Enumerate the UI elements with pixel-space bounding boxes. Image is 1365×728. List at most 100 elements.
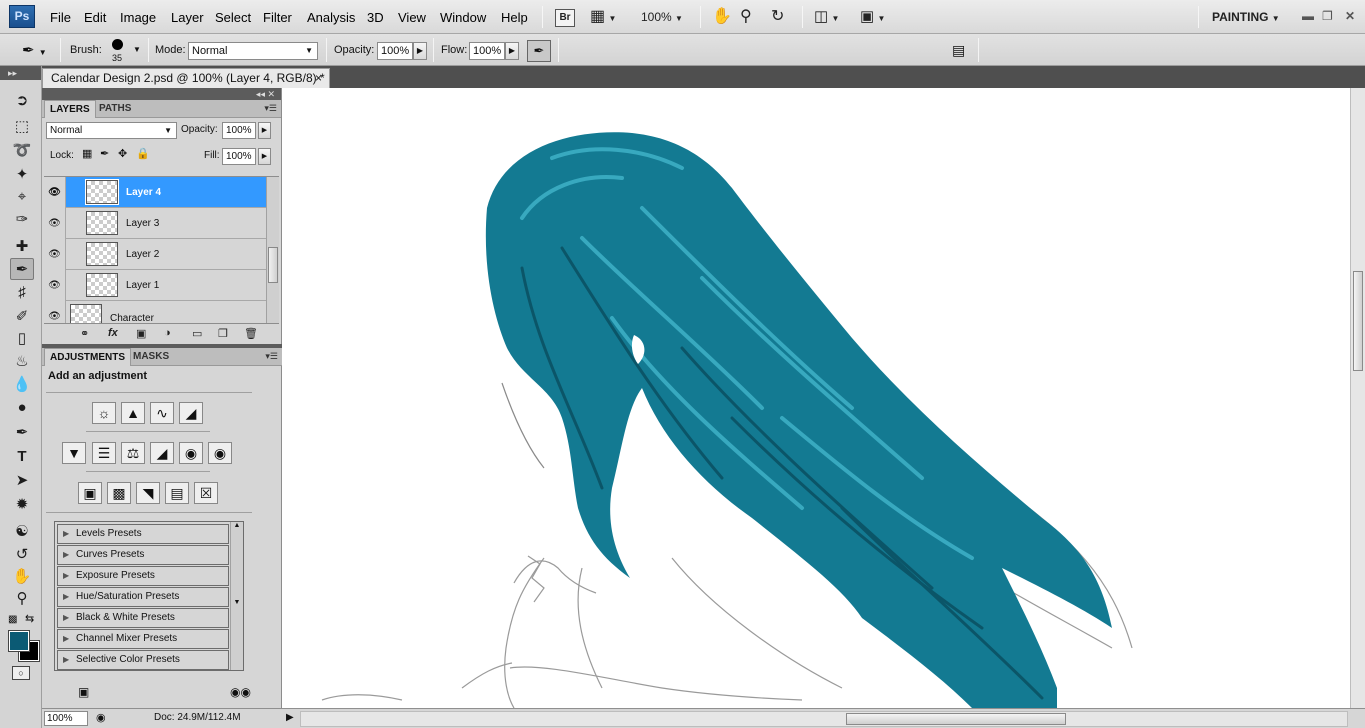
- channel-mixer-icon[interactable]: ◉: [208, 442, 232, 464]
- menu-file[interactable]: File: [50, 10, 71, 25]
- threshold-icon[interactable]: ◥: [136, 482, 160, 504]
- brush-panel-toggle-icon[interactable]: ▤: [952, 42, 965, 59]
- eraser-tool-icon[interactable]: ▯: [10, 328, 34, 350]
- preset-exposure[interactable]: Exposure Presets: [57, 566, 229, 586]
- tools-panel-grip[interactable]: ▸▸: [0, 66, 41, 80]
- tab-masks[interactable]: MASKS: [128, 348, 174, 366]
- bridge-button[interactable]: Br: [555, 6, 575, 28]
- lasso-tool-icon[interactable]: ➰: [10, 140, 34, 162]
- zoom-level-dropdown[interactable]: 100% ▼: [641, 6, 683, 28]
- paint-bucket-tool-icon[interactable]: ♨: [10, 351, 34, 373]
- menu-3d[interactable]: 3D: [367, 10, 384, 25]
- view-previous-state-icon[interactable]: ◉◉: [230, 685, 251, 699]
- hand-tool-icon[interactable]: ✋: [712, 6, 732, 28]
- default-colors-icon[interactable]: ▩: [8, 614, 17, 625]
- preset-selective-color[interactable]: Selective Color Presets: [57, 650, 229, 670]
- delete-layer-icon[interactable]: 🗑: [244, 327, 258, 340]
- close-document-icon[interactable]: ×: [315, 69, 322, 88]
- airbrush-toggle-icon[interactable]: ✒: [527, 40, 551, 62]
- layer-blend-mode-dropdown[interactable]: Normal ▼: [46, 122, 177, 139]
- curves-icon[interactable]: ∿: [150, 402, 174, 424]
- layers-scrollbar[interactable]: [266, 177, 279, 323]
- quick-selection-tool-icon[interactable]: ✦: [10, 164, 34, 186]
- brush-tool-icon[interactable]: ✒: [10, 258, 34, 280]
- invert-icon[interactable]: ▣: [78, 482, 102, 504]
- canvas-vertical-scrollbar[interactable]: [1350, 88, 1365, 708]
- menu-layer[interactable]: Layer: [171, 10, 204, 25]
- quick-mask-icon[interactable]: ○: [12, 666, 30, 680]
- tool-preset-picker-icon[interactable]: ✒ ▼: [22, 41, 47, 59]
- brush-preview-icon[interactable]: [112, 39, 123, 50]
- swap-colors-icon[interactable]: ⇆: [25, 612, 34, 625]
- status-menu-arrow-icon[interactable]: ▶: [286, 712, 294, 723]
- custom-shape-tool-icon[interactable]: ✹: [10, 494, 34, 516]
- screen-mode-dropdown[interactable]: ▣ ▼: [860, 6, 885, 28]
- menu-image[interactable]: Image: [120, 10, 156, 25]
- tab-paths[interactable]: PATHS: [94, 100, 136, 118]
- menu-edit[interactable]: Edit: [84, 10, 106, 25]
- document-canvas[interactable]: [282, 88, 1350, 708]
- visibility-eye-icon[interactable]: 👁: [44, 177, 66, 208]
- layer-row-layer-4[interactable]: 👁 Layer 4: [44, 177, 266, 208]
- presets-scrollbar[interactable]: ▲ ▼: [230, 522, 243, 670]
- link-layers-icon[interactable]: ⚭: [80, 327, 89, 340]
- arrange-documents-button[interactable]: ◫ ▼: [814, 6, 839, 28]
- brush-picker-arrow-icon[interactable]: ▼: [133, 45, 141, 54]
- photo-filter-icon[interactable]: ◉: [179, 442, 203, 464]
- opacity-slider-button[interactable]: ▶: [413, 42, 427, 60]
- status-zoom-field[interactable]: 100%: [44, 711, 88, 726]
- fill-slider-button[interactable]: ▶: [258, 148, 271, 165]
- layer-opacity-slider-button[interactable]: ▶: [258, 122, 271, 139]
- mode-dropdown[interactable]: Normal ▼: [188, 42, 318, 60]
- add-mask-icon[interactable]: ▣: [136, 327, 146, 340]
- preset-curves[interactable]: Curves Presets: [57, 545, 229, 565]
- exposure-icon[interactable]: ◢: [179, 402, 203, 424]
- status-info-icon[interactable]: ◉: [96, 711, 106, 724]
- levels-icon[interactable]: ▲: [121, 402, 145, 424]
- menu-help[interactable]: Help: [501, 10, 528, 25]
- posterize-icon[interactable]: ▩: [107, 482, 131, 504]
- visibility-eye-icon[interactable]: 👁: [44, 270, 66, 301]
- screen-mode-button[interactable]: ▦ ▼: [590, 6, 616, 28]
- clone-stamp-tool-icon[interactable]: ♯: [10, 282, 34, 304]
- 3d-orbit-tool-icon[interactable]: ↺: [10, 544, 34, 566]
- zoom-tool-icon[interactable]: ⚲: [740, 6, 752, 28]
- layer-row-layer-2[interactable]: 👁 Layer 2: [44, 239, 266, 270]
- preset-levels[interactable]: Levels Presets: [57, 524, 229, 544]
- menu-view[interactable]: View: [398, 10, 426, 25]
- history-brush-tool-icon[interactable]: ✐: [10, 306, 34, 328]
- preset-hue-saturation[interactable]: Hue/Saturation Presets: [57, 587, 229, 607]
- path-selection-tool-icon[interactable]: ➤: [10, 470, 34, 492]
- restore-icon[interactable]: ❐: [1322, 9, 1333, 23]
- visibility-eye-icon[interactable]: 👁: [44, 239, 66, 270]
- gradient-map-icon[interactable]: ▤: [165, 482, 189, 504]
- document-tab[interactable]: Calendar Design 2.psd @ 100% (Layer 4, R…: [42, 68, 330, 88]
- layer-row-layer-1[interactable]: 👁 Layer 1: [44, 270, 266, 301]
- crop-tool-icon[interactable]: ⌖: [10, 186, 34, 208]
- lock-image-icon[interactable]: ✒: [100, 147, 109, 160]
- lock-transparent-icon[interactable]: ▦: [82, 147, 92, 160]
- foreground-color-swatch[interactable]: [8, 630, 30, 652]
- minimize-icon[interactable]: ▬: [1302, 9, 1314, 23]
- canvas-horizontal-scrollbar[interactable]: [300, 711, 1348, 727]
- panel-collapse-bar[interactable]: ◂◂ ✕: [42, 88, 281, 100]
- new-group-icon[interactable]: ▭: [192, 327, 202, 340]
- clip-to-layer-icon[interactable]: ▣: [78, 685, 89, 699]
- menu-analysis[interactable]: Analysis: [307, 10, 355, 25]
- preset-channel-mixer[interactable]: Channel Mixer Presets: [57, 629, 229, 649]
- selective-color-icon[interactable]: ☒: [194, 482, 218, 504]
- opacity-field[interactable]: 100%: [377, 42, 413, 60]
- layer-opacity-field[interactable]: 100%: [222, 122, 256, 139]
- lock-position-icon[interactable]: ✥: [118, 147, 127, 160]
- blur-tool-icon[interactable]: 💧: [10, 374, 34, 396]
- rotate-view-icon[interactable]: ↻: [771, 6, 784, 28]
- tab-adjustments[interactable]: ADJUSTMENTS: [44, 348, 132, 366]
- close-window-icon[interactable]: ✕: [1345, 9, 1355, 23]
- black-white-icon[interactable]: ◢: [150, 442, 174, 464]
- layers-panel-menu-icon[interactable]: ▾☰: [264, 103, 277, 114]
- fill-field[interactable]: 100%: [222, 148, 256, 165]
- healing-brush-tool-icon[interactable]: ✚: [10, 236, 34, 258]
- menu-select[interactable]: Select: [215, 10, 251, 25]
- workspace-switcher[interactable]: PAINTING ▼: [1212, 6, 1280, 28]
- color-balance-icon[interactable]: ⚖: [121, 442, 145, 464]
